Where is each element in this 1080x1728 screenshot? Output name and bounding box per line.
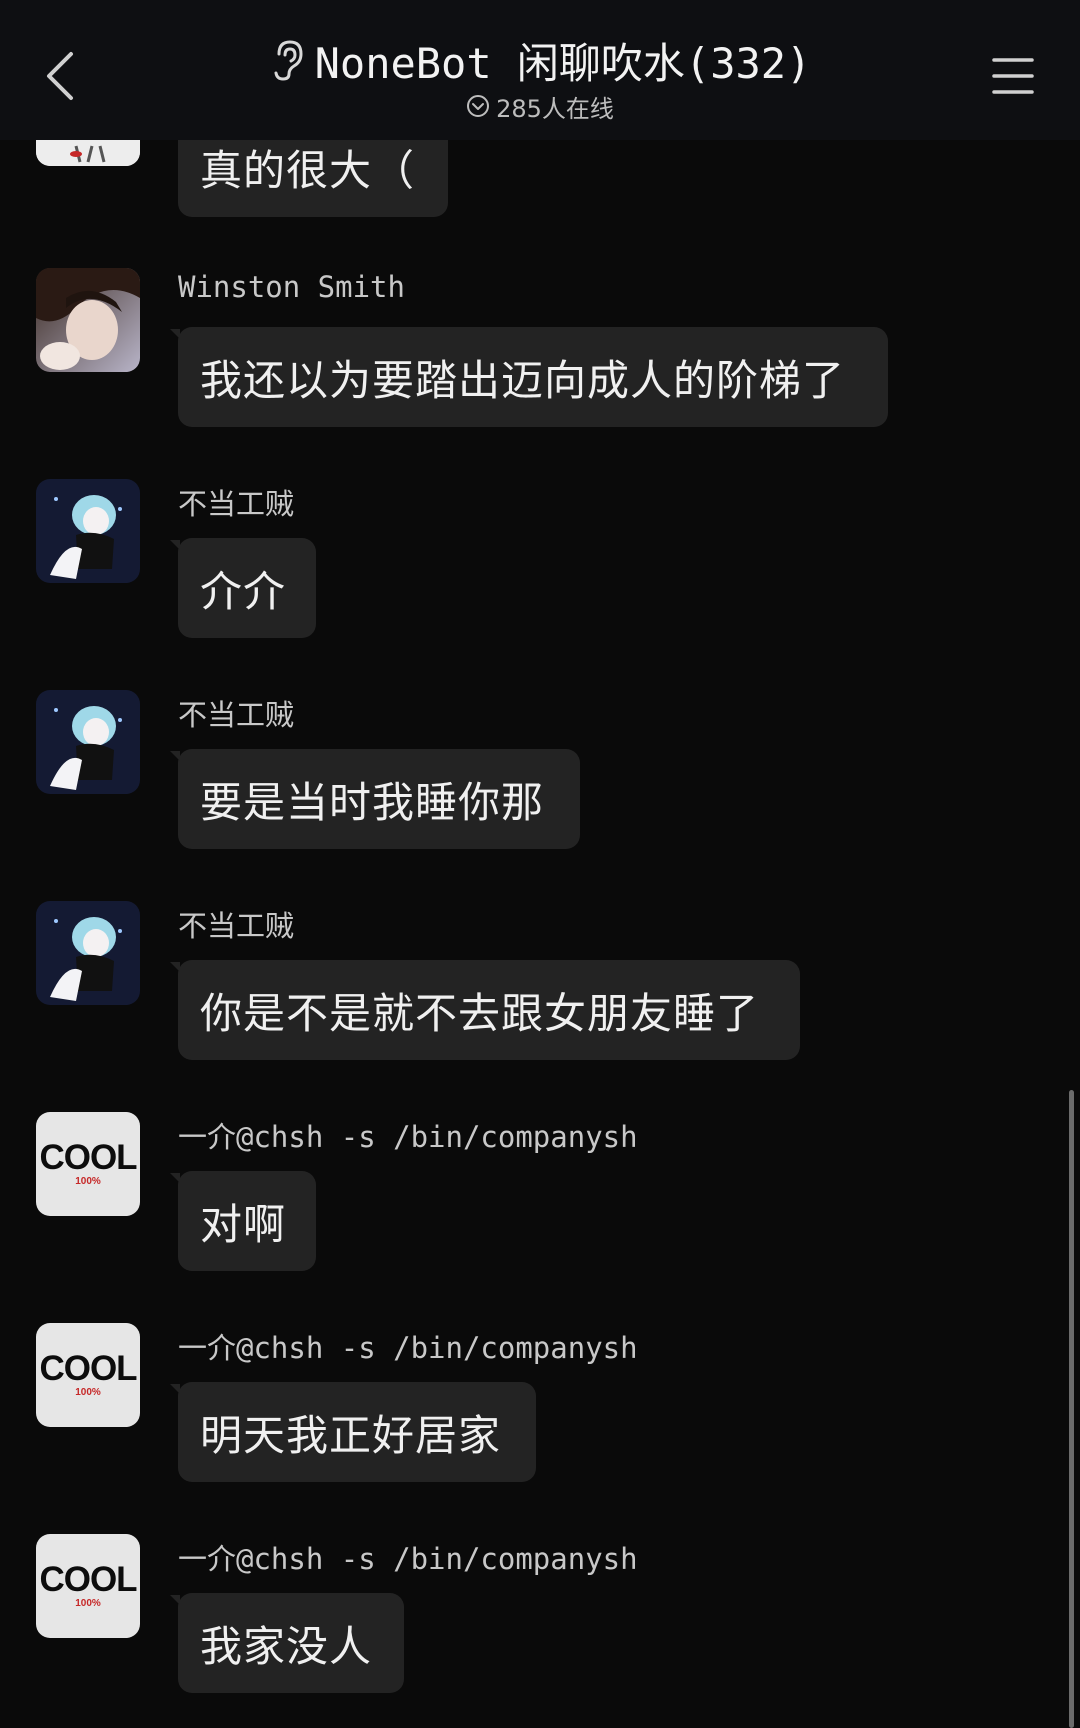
avatar-logo-text: COOL xyxy=(39,1138,137,1177)
sender-name: 不当工贼 xyxy=(178,909,295,943)
message-bubble[interactable]: 我家没人 xyxy=(170,1593,404,1693)
message-bubble[interactable]: 我还以为要踏出迈向成人的阶梯了 xyxy=(170,327,888,427)
avatar[interactable]: COOL 100% xyxy=(36,1323,140,1427)
sender-name: 不当工贼 xyxy=(178,487,295,521)
message-bubble[interactable]: 对啊 xyxy=(170,1171,316,1271)
title-row: NoneBot 闲聊吹水(332) xyxy=(0,28,1080,92)
sender-name: 一介@chsh -s /bin/companysh xyxy=(178,1331,638,1365)
avatar[interactable] xyxy=(36,901,140,1005)
message-bubble[interactable]: 介介 xyxy=(170,538,316,638)
chat-title: NoneBot 闲聊吹水(332) xyxy=(314,38,812,88)
chat-header: NoneBot 闲聊吹水(332) 285人在线 xyxy=(0,0,1080,140)
avatar-logo-percent: 100% xyxy=(75,1387,101,1398)
message-bubble[interactable]: 要是当时我睡你那 xyxy=(170,749,580,849)
avatar-logo-text: COOL xyxy=(39,1349,137,1388)
message-list[interactable]: 真的很大（ Winston Smith 我还以为要踏出迈向成人的阶梯了 不当工贼… xyxy=(0,0,1080,1728)
avatar-logo-percent: 100% xyxy=(75,1598,101,1609)
ear-icon xyxy=(274,40,303,81)
sender-name: 不当工贼 xyxy=(178,698,295,732)
avatar[interactable] xyxy=(36,479,140,583)
avatar[interactable]: COOL 100% xyxy=(36,1112,140,1216)
message-bubble[interactable]: 明天我正好居家 xyxy=(170,1382,536,1482)
online-status[interactable]: 285人在线 xyxy=(0,88,1080,124)
sender-name: 一介@chsh -s /bin/companysh xyxy=(178,1120,638,1154)
avatar-logo-text: COOL xyxy=(39,1560,137,1599)
sender-name: 一介@chsh -s /bin/companysh xyxy=(178,1542,638,1576)
message-bubble[interactable]: 你是不是就不去跟女朋友睡了 xyxy=(170,960,800,1060)
menu-button[interactable] xyxy=(978,44,1048,108)
chevron-circle-down-icon xyxy=(467,95,490,117)
online-count: 285人在线 xyxy=(496,94,614,123)
hamburger-menu-icon xyxy=(992,58,1034,94)
avatar[interactable]: COOL 100% xyxy=(36,1534,140,1638)
scrollbar[interactable] xyxy=(1069,1090,1074,1728)
avatar[interactable] xyxy=(36,690,140,794)
avatar[interactable] xyxy=(36,268,140,372)
sender-name: Winston Smith xyxy=(178,270,405,304)
avatar-logo-percent: 100% xyxy=(75,1176,101,1187)
